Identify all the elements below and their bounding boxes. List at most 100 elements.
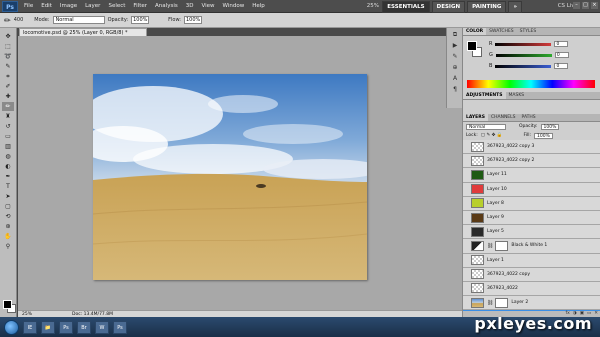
layer-row[interactable]: Layer 5 <box>463 225 600 240</box>
panel-foreground-swatch[interactable] <box>467 41 477 51</box>
crop-icon[interactable]: ⌗ <box>2 72 14 81</box>
eye-icon[interactable] <box>463 199 471 207</box>
desert-photo[interactable] <box>93 74 367 280</box>
fill-field[interactable]: 100% <box>534 132 553 139</box>
layer-row[interactable]: Layer 10 <box>463 182 600 197</box>
zoom-level[interactable]: 25% <box>367 3 379 9</box>
layer-mask[interactable] <box>495 297 509 308</box>
mode-select[interactable]: Normal <box>52 16 105 24</box>
tab-color[interactable]: COLOR <box>463 28 487 35</box>
healing-icon[interactable]: ✚ <box>2 92 14 101</box>
hand-icon[interactable]: ✋ <box>2 232 14 241</box>
brush-panel-icon[interactable]: ✎ <box>450 53 460 61</box>
eye-icon[interactable] <box>463 270 471 278</box>
tab-channels[interactable]: CHANNELS <box>488 114 519 121</box>
shape-icon[interactable]: ▢ <box>2 202 14 211</box>
flow-field[interactable]: 100% <box>183 16 202 24</box>
eye-icon[interactable] <box>463 256 471 264</box>
blend-mode-select[interactable]: Normal <box>466 123 506 130</box>
taskbar-app-icon[interactable]: W <box>95 320 109 334</box>
layer-row[interactable]: Layer 8 <box>463 196 600 211</box>
eyedropper-icon[interactable]: ✐ <box>2 82 14 91</box>
gradient-icon[interactable]: ▥ <box>2 142 14 151</box>
start-button[interactable] <box>4 319 19 335</box>
menu-window[interactable]: Window <box>219 3 249 9</box>
move-icon[interactable]: ✥ <box>2 32 14 41</box>
status-zoom[interactable]: 25% <box>22 312 32 317</box>
3d-orbit-icon[interactable]: ⊛ <box>2 222 14 231</box>
link-icon[interactable]: ⛓ <box>487 243 493 249</box>
foreground-color-swatch[interactable] <box>3 300 12 309</box>
quick-select-icon[interactable]: ✎ <box>2 62 14 71</box>
zoom-icon[interactable]: ⚲ <box>2 242 14 251</box>
status-doc-size[interactable]: Doc: 13.4M/77.8M <box>72 312 113 317</box>
opacity-field[interactable]: 100% <box>131 16 150 24</box>
menu-help[interactable]: Help <box>248 3 269 9</box>
eye-icon[interactable] <box>463 214 471 222</box>
path-select-icon[interactable]: ➤ <box>2 192 14 201</box>
color-slider-r[interactable]: R0 <box>489 41 569 47</box>
menu-file[interactable]: File <box>20 3 37 9</box>
marquee-icon[interactable]: ⬚ <box>2 42 14 51</box>
color-slider-b[interactable]: B0 <box>489 63 569 69</box>
minimize-icon[interactable]: – <box>573 2 580 9</box>
brush-size[interactable]: 400 <box>14 17 24 23</box>
tab-swatches[interactable]: SWATCHES <box>486 28 517 35</box>
maximize-icon[interactable]: □ <box>582 2 589 9</box>
layer-row[interactable]: Layer 11 <box>463 168 600 183</box>
type-icon[interactable]: T <box>2 182 14 191</box>
color-spectrum[interactable] <box>467 80 595 88</box>
tab-masks[interactable]: MASKS <box>506 92 528 99</box>
menu-edit[interactable]: Edit <box>37 3 56 9</box>
eye-icon[interactable] <box>463 299 471 307</box>
eye-icon[interactable] <box>463 157 471 165</box>
taskbar-app-icon[interactable]: IE <box>23 320 37 334</box>
menu-3d[interactable]: 3D <box>182 3 198 9</box>
brush-icon[interactable]: ✏ <box>2 102 14 111</box>
clone-stamp-icon[interactable]: ♜ <box>2 112 14 121</box>
close-icon[interactable]: × <box>591 2 598 9</box>
workspace-button[interactable]: DESIGN <box>431 1 466 13</box>
menu-select[interactable]: Select <box>104 3 129 9</box>
slider-value-field[interactable]: 0 <box>554 41 569 47</box>
paragraph-panel-icon[interactable]: ¶ <box>450 86 460 94</box>
eye-icon[interactable] <box>463 185 471 193</box>
tab-paths[interactable]: PATHS <box>519 114 539 121</box>
layer-row[interactable]: 367923_4022 copy <box>463 267 600 282</box>
taskbar-app-icon[interactable]: 📁 <box>41 320 55 334</box>
actions-panel-icon[interactable]: ▶ <box>450 42 460 50</box>
history-panel-icon[interactable]: ⧉ <box>450 31 460 39</box>
layer-row[interactable]: Layer 1 <box>463 253 600 268</box>
tab-layers[interactable]: LAYERS <box>463 114 488 121</box>
taskbar-app-icon[interactable]: Br <box>77 320 91 334</box>
workspace-button[interactable]: PAINTING <box>467 1 507 13</box>
slider-track[interactable] <box>495 64 552 68</box>
slider-track[interactable] <box>495 42 552 46</box>
tab-styles[interactable]: STYLES <box>517 28 540 35</box>
layer-mask[interactable] <box>495 240 509 251</box>
dodge-icon[interactable]: ◐ <box>2 162 14 171</box>
layer-row[interactable]: 367923_4022 <box>463 281 600 297</box>
menu-view[interactable]: View <box>197 3 218 9</box>
menu-layer[interactable]: Layer <box>81 3 104 9</box>
character-panel-icon[interactable]: A <box>450 75 460 83</box>
workspace-button[interactable]: ESSENTIALS <box>382 1 430 13</box>
layer-row[interactable]: ⛓ Black & White 1 <box>463 239 600 254</box>
document-tab[interactable]: locomotive.psd @ 25% (Layer 0, RGB/8) * <box>19 28 147 36</box>
link-icon[interactable]: ⛓ <box>487 300 493 306</box>
slider-value-field[interactable]: 0 <box>554 52 569 58</box>
clone-source-icon[interactable]: ⊕ <box>450 64 460 72</box>
layer-row[interactable]: 367923_4022 copy 3 <box>463 140 600 155</box>
eye-icon[interactable] <box>463 143 471 151</box>
layer-row[interactable]: Layer 9 <box>463 210 600 226</box>
lasso-icon[interactable]: ➰ <box>2 52 14 61</box>
slider-value-field[interactable]: 0 <box>554 63 569 69</box>
eraser-icon[interactable]: ▭ <box>2 132 14 141</box>
3d-rotate-icon[interactable]: ⟲ <box>2 212 14 221</box>
layer-opacity-field[interactable]: 100% <box>540 123 560 130</box>
history-brush-icon[interactable]: ↺ <box>2 122 14 131</box>
lock-icons[interactable]: ▢ ✎ ✥ 🔒 <box>481 133 503 138</box>
menu-image[interactable]: Image <box>56 3 81 9</box>
pen-icon[interactable]: ✒ <box>2 172 14 181</box>
taskbar-app-icon[interactable]: Ps <box>113 320 127 334</box>
